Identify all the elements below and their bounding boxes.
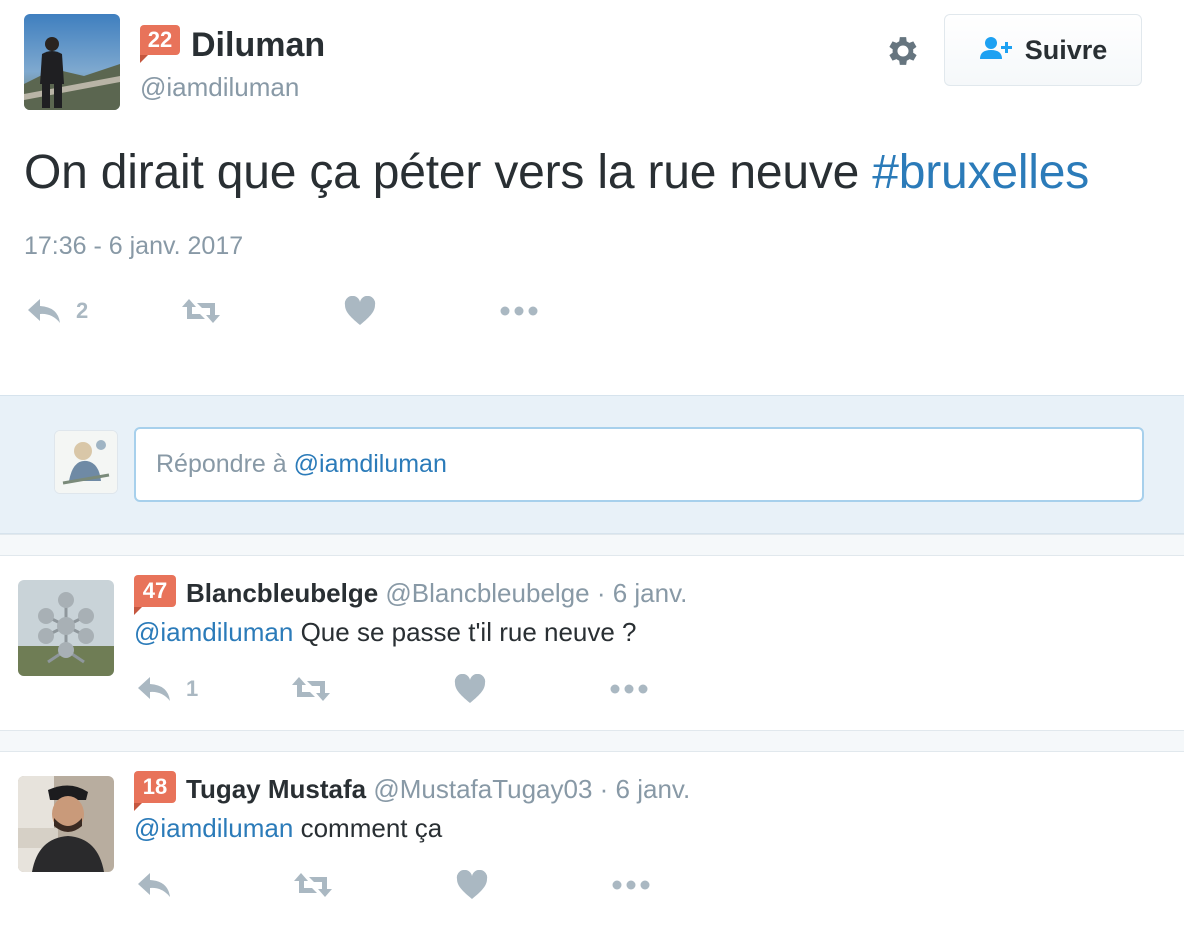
like-icon xyxy=(344,296,376,326)
hashtag-link[interactable]: #bruxelles xyxy=(872,146,1089,199)
like-action[interactable] xyxy=(456,870,488,900)
tweet-text: On dirait que ça péter vers la rue neuve… xyxy=(24,145,1089,200)
score-badge: 22 xyxy=(140,25,180,63)
retweet-action[interactable] xyxy=(291,675,331,703)
divider xyxy=(0,534,1184,556)
reply-mention: @iamdiluman xyxy=(293,450,447,478)
avatar-blancbleubelge[interactable] xyxy=(18,580,114,676)
reply-composer: Répondre à @iamdiluman xyxy=(0,395,1184,534)
reply-action[interactable] xyxy=(136,870,186,900)
more-icon xyxy=(611,879,651,891)
retweet-icon xyxy=(291,675,331,703)
score-badge: 18 xyxy=(134,771,176,811)
more-action[interactable] xyxy=(609,683,649,695)
reply-mention-link[interactable]: @iamdiluman xyxy=(134,813,293,843)
tweet-body: On dirait que ça péter vers la rue neuve xyxy=(24,146,873,199)
reply-action[interactable]: 2 xyxy=(26,296,88,326)
reply-icon xyxy=(136,870,172,900)
reply-actions xyxy=(136,870,651,900)
reply-tweet[interactable]: 47 Blancbleubelge @Blancbleubelge · 6 ja… xyxy=(0,556,1184,730)
reply-meta[interactable]: @Blancbleubelge · 6 janv. xyxy=(385,578,687,608)
tweet-actions: 2 xyxy=(26,296,539,326)
author-handle[interactable]: @iamdiluman xyxy=(140,72,299,103)
tweet-timestamp[interactable]: 17:36 - 6 janv. 2017 xyxy=(24,232,243,261)
like-action[interactable] xyxy=(454,674,486,704)
more-action[interactable] xyxy=(611,879,651,891)
score-badge: 47 xyxy=(134,575,176,615)
gear-icon[interactable] xyxy=(884,32,922,70)
retweet-action[interactable] xyxy=(181,297,221,325)
reply-author-name[interactable]: Tugay Mustafa xyxy=(186,774,366,804)
follow-label: Suivre xyxy=(1024,34,1108,65)
reply-body: Que se passe t'il rue neuve ? xyxy=(300,617,637,647)
retweet-icon xyxy=(293,871,333,899)
reply-input[interactable]: Répondre à @iamdiluman xyxy=(134,427,1144,502)
retweet-action[interactable] xyxy=(293,871,333,899)
divider xyxy=(0,730,1184,752)
reply-mention-link[interactable]: @iamdiluman xyxy=(134,617,293,647)
follow-button[interactable]: Suivre xyxy=(944,14,1142,86)
avatar-diluman[interactable] xyxy=(24,14,120,110)
reply-body: comment ça xyxy=(300,813,443,843)
follow-user-icon xyxy=(979,35,1015,66)
reply-icon xyxy=(136,674,172,704)
like-icon xyxy=(454,674,486,704)
avatar-tugay-mustafa[interactable] xyxy=(18,776,114,872)
author-name[interactable]: Diluman xyxy=(191,26,325,65)
more-icon xyxy=(609,683,649,695)
reply-count: 1 xyxy=(186,676,199,701)
reply-author: Blancbleubelge @Blancbleubelge · 6 janv. xyxy=(186,578,687,609)
reply-text: @iamdiluman comment ça xyxy=(134,813,442,844)
reply-action[interactable]: 1 xyxy=(136,674,198,704)
reply-count: 2 xyxy=(76,298,89,323)
reply-actions: 1 xyxy=(136,674,649,704)
reply-tweet[interactable]: 18 Tugay Mustafa @MustafaTugay03 · 6 jan… xyxy=(0,752,1184,928)
retweet-icon xyxy=(181,297,221,325)
more-action[interactable] xyxy=(499,305,539,317)
more-icon xyxy=(499,305,539,317)
main-tweet: 22 Diluman @iamdiluman Suivre On dirait … xyxy=(0,0,1184,395)
reply-author-name[interactable]: Blancbleubelge xyxy=(186,578,378,608)
reply-text: @iamdiluman Que se passe t'il rue neuve … xyxy=(134,617,637,648)
reply-placeholder: Répondre à xyxy=(156,450,287,478)
like-action[interactable] xyxy=(344,296,376,326)
like-icon xyxy=(456,870,488,900)
reply-author: Tugay Mustafa @MustafaTugay03 · 6 janv. xyxy=(186,774,690,805)
reply-icon xyxy=(26,296,62,326)
current-user-avatar xyxy=(54,430,118,494)
reply-meta[interactable]: @MustafaTugay03 · 6 janv. xyxy=(373,774,690,804)
